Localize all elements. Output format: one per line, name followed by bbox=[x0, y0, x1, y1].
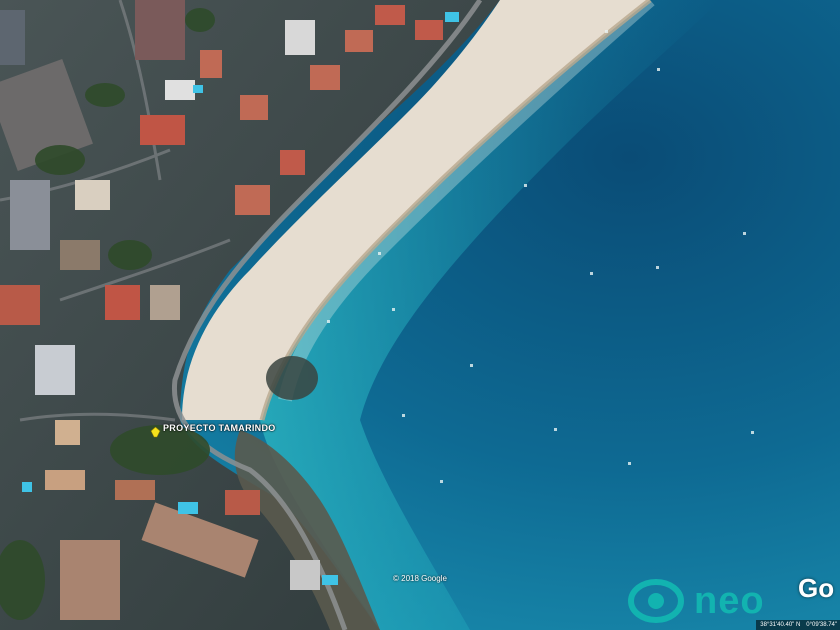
google-logo: Go bbox=[798, 573, 835, 603]
rock-outcrop bbox=[266, 356, 318, 400]
brand-logo-icon bbox=[628, 579, 684, 623]
brand-watermark: neo bbox=[628, 578, 765, 624]
satellite-map[interactable] bbox=[0, 0, 840, 630]
brand-name: neo bbox=[694, 580, 765, 622]
coordinates-readout: 38°31'40.40" N 0°09'38.74" bbox=[756, 620, 840, 630]
latitude-readout: 38°31'40.40" N bbox=[760, 622, 801, 628]
place-label[interactable]: PROYECTO TAMARINDO bbox=[163, 423, 276, 433]
map-copyright: © 2018 Google bbox=[393, 574, 447, 583]
map-pin-icon[interactable] bbox=[150, 427, 161, 438]
longitude-readout: 0°09'38.74" bbox=[806, 622, 837, 628]
